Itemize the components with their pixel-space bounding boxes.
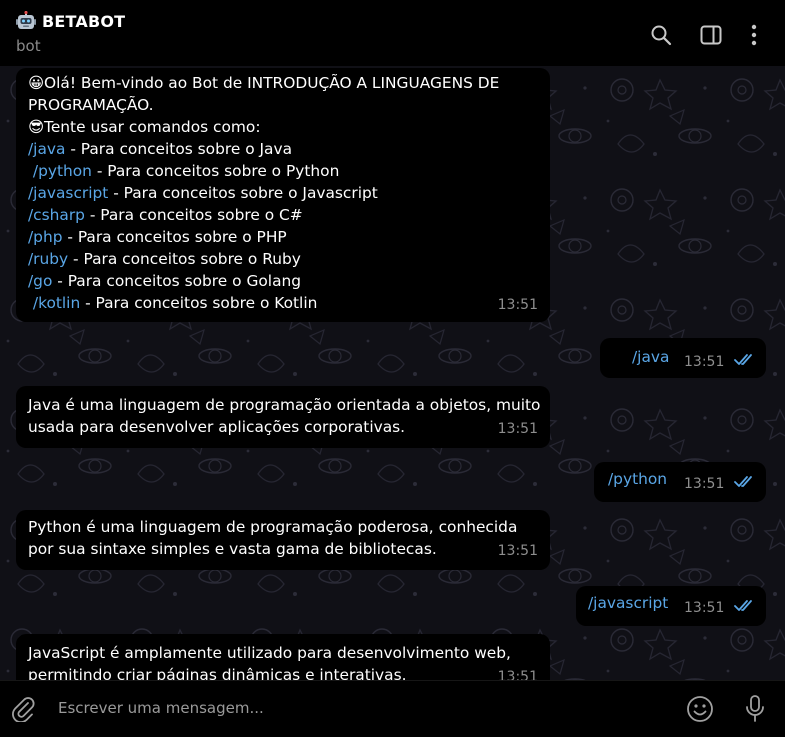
- message-time: 13:51: [497, 297, 538, 313]
- microphone-icon: [746, 695, 764, 722]
- incoming-message[interactable]: Java é uma linguagem de programação orie…: [16, 386, 550, 448]
- command-link-ruby[interactable]: /ruby: [28, 250, 68, 268]
- message-composer: Escrever uma mensagem...: [0, 680, 785, 737]
- command-link-python[interactable]: /python: [28, 162, 92, 180]
- message-line: PROGRAMAÇÃO.: [28, 96, 154, 114]
- message-line: 😎Tente usar comandos como:: [28, 118, 261, 136]
- sunglasses-emoji: 😎: [28, 118, 45, 136]
- sidebar-toggle-button[interactable]: [698, 22, 724, 48]
- chat-title[interactable]: BETABOT: [16, 11, 125, 31]
- command-line: /kotlin - Para conceitos sobre o Kotlin: [28, 294, 318, 312]
- read-double-check-icon: [734, 354, 752, 365]
- message-text: /python: [608, 470, 668, 488]
- command-line: /csharp - Para conceitos sobre o C#: [28, 206, 303, 224]
- command-line: /python - Para conceitos sobre o Python: [28, 162, 340, 180]
- read-double-check-icon: [734, 476, 752, 487]
- message-text: Java é uma linguagem de programação orie…: [28, 396, 541, 436]
- message-time: 13:51: [497, 543, 538, 559]
- message-time: 13:51: [684, 476, 725, 492]
- grinning-emoji: 😀: [28, 74, 45, 92]
- message-line: 😀Olá! Bem-vindo ao Bot de INTRODUÇÃO A L…: [28, 74, 500, 92]
- robot-face-icon: [16, 11, 36, 29]
- outgoing-message[interactable]: /java 13:51: [600, 338, 766, 378]
- message-text: /javascript: [588, 594, 669, 612]
- incoming-message[interactable]: 😀Olá! Bem-vindo ao Bot de INTRODUÇÃO A L…: [16, 68, 550, 322]
- chat-status: bot: [16, 37, 41, 55]
- incoming-message[interactable]: Python é uma linguagem de programação po…: [16, 510, 550, 570]
- chat-header: BETABOT bot: [0, 0, 785, 66]
- message-time: 13:51: [497, 421, 538, 437]
- message-time: 13:51: [497, 669, 538, 680]
- message-time: 13:51: [684, 354, 725, 370]
- attach-button[interactable]: [8, 694, 38, 724]
- outgoing-message[interactable]: /javascript 13:51: [576, 586, 766, 626]
- command-line: /java - Para conceitos sobre o Java: [28, 140, 293, 158]
- smiley-icon: [687, 696, 713, 722]
- message-text: JavaScript é amplamente utilizado para d…: [28, 644, 511, 680]
- more-vertical-icon: [751, 24, 757, 46]
- read-double-check-icon: [734, 600, 752, 611]
- search-icon: [651, 25, 672, 46]
- message-time: 13:51: [684, 600, 725, 616]
- command-link-go[interactable]: /go: [28, 272, 52, 290]
- emoji-button[interactable]: [685, 694, 715, 724]
- command-link-javascript[interactable]: /javascript: [28, 184, 108, 202]
- command-line: /ruby - Para conceitos sobre o Ruby: [28, 250, 301, 268]
- command-link-kotlin[interactable]: /kotlin: [28, 294, 80, 312]
- paperclip-icon: [12, 697, 35, 722]
- outgoing-message[interactable]: /python 13:51: [594, 462, 766, 502]
- incoming-message[interactable]: JavaScript é amplamente utilizado para d…: [16, 634, 550, 680]
- command-link-csharp[interactable]: /csharp: [28, 206, 85, 224]
- command-link-java[interactable]: /java: [28, 140, 65, 158]
- command-line: /go - Para conceitos sobre o Golang: [28, 272, 302, 290]
- message-text: Python é uma linguagem de programação po…: [28, 518, 518, 558]
- message-list[interactable]: 😀Olá! Bem-vindo ao Bot de INTRODUÇÃO A L…: [0, 66, 785, 680]
- chat-name: BETABOT: [42, 11, 126, 31]
- message-input[interactable]: Escrever uma mensagem...: [58, 699, 264, 717]
- voice-button[interactable]: [740, 694, 770, 724]
- sidebar-toggle-icon: [700, 25, 722, 45]
- message-text: 😀Olá! Bem-vindo ao Bot de INTRODUÇÃO A L…: [28, 72, 499, 314]
- more-button[interactable]: [741, 22, 767, 48]
- message-text: /java: [632, 348, 670, 366]
- search-button[interactable]: [648, 22, 674, 48]
- command-line: /php - Para conceitos sobre o PHP: [28, 228, 287, 246]
- command-link-php[interactable]: /php: [28, 228, 62, 246]
- command-line: /javascript - Para conceitos sobre o Jav…: [28, 184, 378, 202]
